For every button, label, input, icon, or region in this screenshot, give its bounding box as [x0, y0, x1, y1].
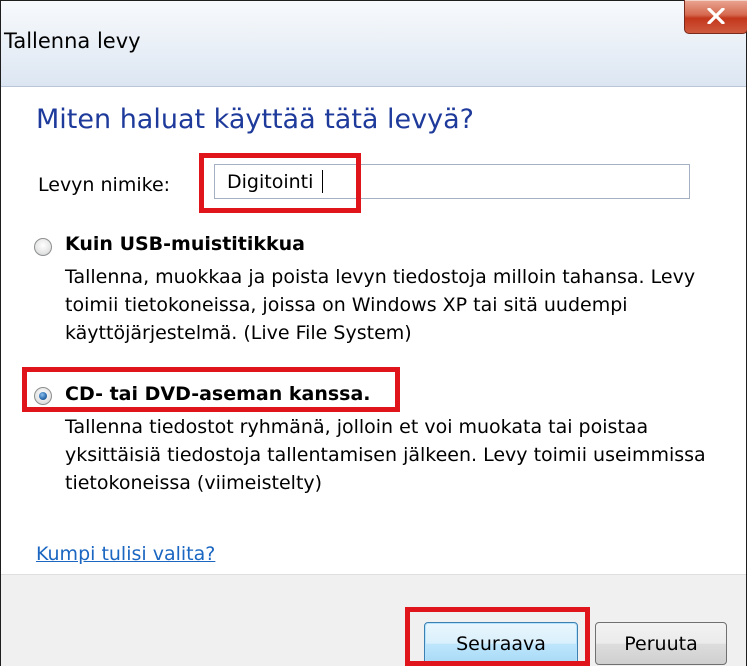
- button-bar: Seuraava Peruuta: [1, 574, 746, 666]
- option-cd-dvd-description: Tallenna tiedostot ryhmänä, jolloin et v…: [65, 416, 706, 494]
- highlight-next-button: [405, 607, 590, 666]
- cancel-button[interactable]: Peruuta: [595, 622, 727, 665]
- title-bar: Tallenna levy: [1, 0, 747, 87]
- close-button[interactable]: [684, 0, 747, 34]
- window-title: Tallenna levy: [4, 29, 141, 53]
- disc-name-label: Levyn nimike:: [38, 174, 171, 196]
- highlight-disc-name: [199, 153, 361, 213]
- save-disc-dialog: Tallenna levy Miten haluat käyttää tätä …: [0, 0, 747, 666]
- which-to-choose-link[interactable]: Kumpi tulisi valita?: [36, 543, 215, 565]
- option-usb-description: Tallenna, muokkaa ja poista levyn tiedos…: [65, 266, 696, 344]
- close-icon: [707, 8, 725, 24]
- radio-usb[interactable]: [34, 238, 52, 256]
- option-usb-title[interactable]: Kuin USB-muistitikkua: [65, 233, 305, 255]
- highlight-cd-dvd-option: [22, 367, 400, 412]
- dialog-content: Miten haluat käyttää tätä levyä? Levyn n…: [1, 87, 746, 574]
- dialog-heading: Miten haluat käyttää tätä levyä?: [36, 104, 474, 135]
